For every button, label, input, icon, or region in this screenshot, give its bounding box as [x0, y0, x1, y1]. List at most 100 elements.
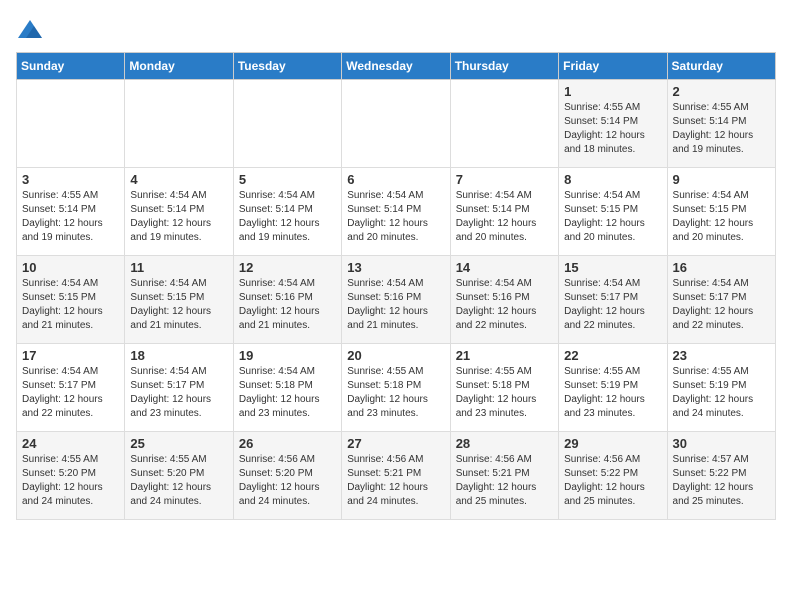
- header: [16, 16, 776, 44]
- day-number: 27: [347, 436, 444, 451]
- day-info: Sunrise: 4:54 AM Sunset: 5:17 PM Dayligh…: [130, 365, 227, 421]
- day-number: 16: [673, 260, 770, 275]
- day-info: Sunrise: 4:54 AM Sunset: 5:15 PM Dayligh…: [22, 277, 119, 333]
- day-cell: 18 Sunrise: 4:54 AM Sunset: 5:17 PM Dayli…: [125, 344, 233, 432]
- day-cell: 11 Sunrise: 4:54 AM Sunset: 5:15 PM Dayli…: [125, 256, 233, 344]
- day-cell: 5 Sunrise: 4:54 AM Sunset: 5:14 PM Daylig…: [233, 168, 341, 256]
- day-cell: 6 Sunrise: 4:54 AM Sunset: 5:14 PM Daylig…: [342, 168, 450, 256]
- day-cell: [342, 80, 450, 168]
- day-number: 25: [130, 436, 227, 451]
- logo: [16, 16, 48, 44]
- day-info: Sunrise: 4:54 AM Sunset: 5:15 PM Dayligh…: [130, 277, 227, 333]
- day-cell: 22 Sunrise: 4:55 AM Sunset: 5:19 PM Dayli…: [559, 344, 667, 432]
- day-cell: 28 Sunrise: 4:56 AM Sunset: 5:21 PM Dayli…: [450, 432, 558, 520]
- day-number: 18: [130, 348, 227, 363]
- header-day-friday: Friday: [559, 53, 667, 80]
- day-info: Sunrise: 4:56 AM Sunset: 5:20 PM Dayligh…: [239, 453, 336, 509]
- day-number: 17: [22, 348, 119, 363]
- day-info: Sunrise: 4:54 AM Sunset: 5:14 PM Dayligh…: [456, 189, 553, 245]
- day-number: 26: [239, 436, 336, 451]
- day-cell: 1 Sunrise: 4:55 AM Sunset: 5:14 PM Daylig…: [559, 80, 667, 168]
- day-cell: 16 Sunrise: 4:54 AM Sunset: 5:17 PM Dayli…: [667, 256, 775, 344]
- day-info: Sunrise: 4:55 AM Sunset: 5:18 PM Dayligh…: [456, 365, 553, 421]
- week-row-2: 10 Sunrise: 4:54 AM Sunset: 5:15 PM Dayli…: [17, 256, 776, 344]
- week-row-4: 24Sunrise: 4:55 AM Sunset: 5:20 PM Dayli…: [17, 432, 776, 520]
- day-cell: 17 Sunrise: 4:54 AM Sunset: 5:17 PM Dayli…: [17, 344, 125, 432]
- day-info: Sunrise: 4:54 AM Sunset: 5:14 PM Dayligh…: [239, 189, 336, 245]
- day-info: Sunrise: 4:54 AM Sunset: 5:17 PM Dayligh…: [22, 365, 119, 421]
- logo-icon: [16, 16, 44, 44]
- week-row-3: 17 Sunrise: 4:54 AM Sunset: 5:17 PM Dayli…: [17, 344, 776, 432]
- day-number: 7: [456, 172, 553, 187]
- header-day-tuesday: Tuesday: [233, 53, 341, 80]
- calendar-body: 1 Sunrise: 4:55 AM Sunset: 5:14 PM Daylig…: [17, 80, 776, 520]
- day-number: 23: [673, 348, 770, 363]
- day-info: Sunrise: 4:55 AM Sunset: 5:14 PM Dayligh…: [673, 101, 770, 157]
- calendar-header: SundayMondayTuesdayWednesdayThursdayFrid…: [17, 53, 776, 80]
- day-number: 11: [130, 260, 227, 275]
- day-cell: 27Sunrise: 4:56 AM Sunset: 5:21 PM Dayli…: [342, 432, 450, 520]
- day-cell: 2 Sunrise: 4:55 AM Sunset: 5:14 PM Daylig…: [667, 80, 775, 168]
- day-cell: 15 Sunrise: 4:54 AM Sunset: 5:17 PM Dayli…: [559, 256, 667, 344]
- day-number: 20: [347, 348, 444, 363]
- day-cell: 10 Sunrise: 4:54 AM Sunset: 5:15 PM Dayli…: [17, 256, 125, 344]
- day-cell: 20 Sunrise: 4:55 AM Sunset: 5:18 PM Dayli…: [342, 344, 450, 432]
- header-day-monday: Monday: [125, 53, 233, 80]
- day-number: 9: [673, 172, 770, 187]
- day-info: Sunrise: 4:55 AM Sunset: 5:20 PM Dayligh…: [22, 453, 119, 509]
- day-cell: 21 Sunrise: 4:55 AM Sunset: 5:18 PM Dayli…: [450, 344, 558, 432]
- day-number: 6: [347, 172, 444, 187]
- calendar-table: SundayMondayTuesdayWednesdayThursdayFrid…: [16, 52, 776, 520]
- day-number: 10: [22, 260, 119, 275]
- day-cell: 29Sunrise: 4:56 AM Sunset: 5:22 PM Dayli…: [559, 432, 667, 520]
- day-number: 5: [239, 172, 336, 187]
- day-info: Sunrise: 4:55 AM Sunset: 5:18 PM Dayligh…: [347, 365, 444, 421]
- header-row: SundayMondayTuesdayWednesdayThursdayFrid…: [17, 53, 776, 80]
- day-info: Sunrise: 4:54 AM Sunset: 5:18 PM Dayligh…: [239, 365, 336, 421]
- day-cell: [233, 80, 341, 168]
- day-cell: 12 Sunrise: 4:54 AM Sunset: 5:16 PM Dayli…: [233, 256, 341, 344]
- day-number: 21: [456, 348, 553, 363]
- week-row-0: 1 Sunrise: 4:55 AM Sunset: 5:14 PM Daylig…: [17, 80, 776, 168]
- day-cell: 13 Sunrise: 4:54 AM Sunset: 5:16 PM Dayli…: [342, 256, 450, 344]
- day-cell: 14Sunrise: 4:54 AM Sunset: 5:16 PM Dayli…: [450, 256, 558, 344]
- day-number: 30: [673, 436, 770, 451]
- day-number: 28: [456, 436, 553, 451]
- day-cell: 9Sunrise: 4:54 AM Sunset: 5:15 PM Daylig…: [667, 168, 775, 256]
- day-number: 13: [347, 260, 444, 275]
- day-info: Sunrise: 4:55 AM Sunset: 5:19 PM Dayligh…: [564, 365, 661, 421]
- day-number: 8: [564, 172, 661, 187]
- day-info: Sunrise: 4:54 AM Sunset: 5:16 PM Dayligh…: [239, 277, 336, 333]
- day-info: Sunrise: 4:55 AM Sunset: 5:14 PM Dayligh…: [22, 189, 119, 245]
- day-number: 14: [456, 260, 553, 275]
- day-cell: [450, 80, 558, 168]
- day-info: Sunrise: 4:54 AM Sunset: 5:17 PM Dayligh…: [564, 277, 661, 333]
- day-cell: 24Sunrise: 4:55 AM Sunset: 5:20 PM Dayli…: [17, 432, 125, 520]
- day-number: 2: [673, 84, 770, 99]
- day-cell: [125, 80, 233, 168]
- day-number: 15: [564, 260, 661, 275]
- day-info: Sunrise: 4:54 AM Sunset: 5:16 PM Dayligh…: [347, 277, 444, 333]
- header-day-saturday: Saturday: [667, 53, 775, 80]
- header-day-sunday: Sunday: [17, 53, 125, 80]
- day-cell: 30 Sunrise: 4:57 AM Sunset: 5:22 PM Dayli…: [667, 432, 775, 520]
- day-info: Sunrise: 4:56 AM Sunset: 5:21 PM Dayligh…: [456, 453, 553, 509]
- day-number: 4: [130, 172, 227, 187]
- day-number: 1: [564, 84, 661, 99]
- day-number: 12: [239, 260, 336, 275]
- header-day-wednesday: Wednesday: [342, 53, 450, 80]
- day-info: Sunrise: 4:54 AM Sunset: 5:14 PM Dayligh…: [347, 189, 444, 245]
- day-info: Sunrise: 4:57 AM Sunset: 5:22 PM Dayligh…: [673, 453, 770, 509]
- day-number: 29: [564, 436, 661, 451]
- day-cell: [17, 80, 125, 168]
- day-cell: 7 Sunrise: 4:54 AM Sunset: 5:14 PM Daylig…: [450, 168, 558, 256]
- day-cell: 25Sunrise: 4:55 AM Sunset: 5:20 PM Dayli…: [125, 432, 233, 520]
- day-number: 22: [564, 348, 661, 363]
- day-number: 3: [22, 172, 119, 187]
- day-info: Sunrise: 4:55 AM Sunset: 5:14 PM Dayligh…: [564, 101, 661, 157]
- day-cell: 4Sunrise: 4:54 AM Sunset: 5:14 PM Daylig…: [125, 168, 233, 256]
- day-cell: 3 Sunrise: 4:55 AM Sunset: 5:14 PM Daylig…: [17, 168, 125, 256]
- day-cell: 26 Sunrise: 4:56 AM Sunset: 5:20 PM Dayli…: [233, 432, 341, 520]
- day-info: Sunrise: 4:54 AM Sunset: 5:17 PM Dayligh…: [673, 277, 770, 333]
- day-cell: 19Sunrise: 4:54 AM Sunset: 5:18 PM Dayli…: [233, 344, 341, 432]
